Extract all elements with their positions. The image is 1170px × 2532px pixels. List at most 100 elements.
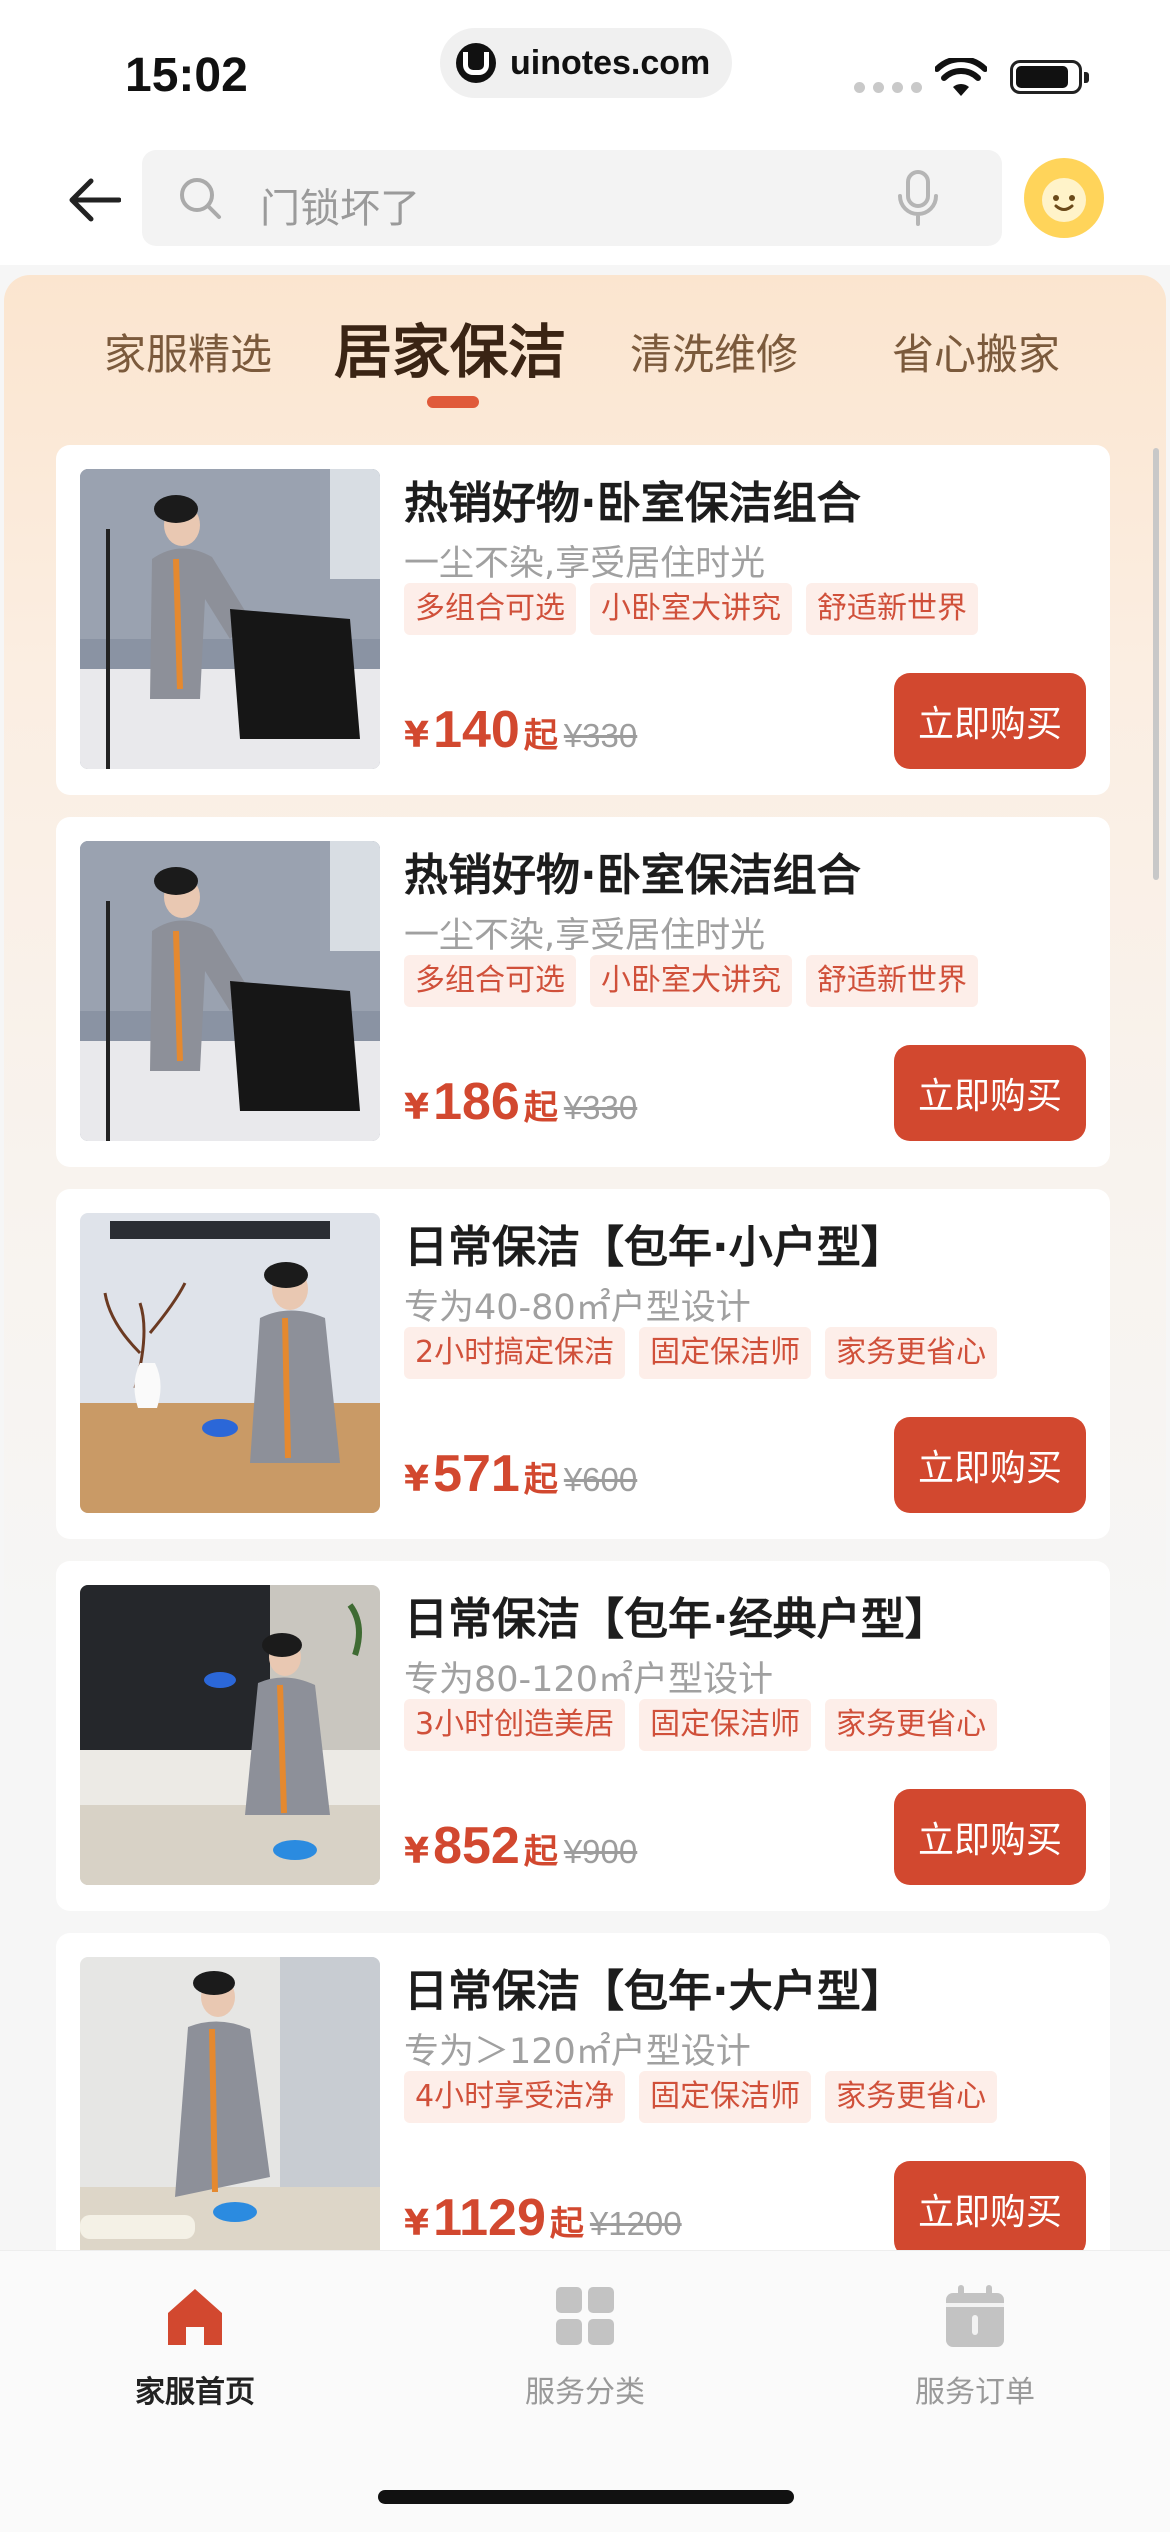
- product-tag: 2小时搞定保洁: [404, 1327, 626, 1379]
- product-tag: 家务更省心: [825, 2071, 998, 2123]
- url-text: uinotes.com: [510, 43, 711, 82]
- price: 186: [433, 1073, 520, 1131]
- tab-moving[interactable]: 省心搬家: [892, 321, 1060, 382]
- product-tag: 固定保洁师: [639, 2071, 812, 2123]
- price-suffix: 起: [523, 1460, 558, 1500]
- search-input[interactable]: 门锁坏了: [142, 150, 1002, 246]
- product-tag: 小卧室大讲究: [590, 583, 792, 635]
- product-tag: 4小时享受洁净: [404, 2071, 626, 2123]
- currency-symbol: ¥: [404, 2203, 430, 2244]
- smile-face-icon: [1042, 178, 1086, 222]
- buy-now-button[interactable]: 立即购买: [894, 1045, 1086, 1141]
- product-subtitle: 专为80-120㎡户型设计: [404, 1660, 773, 1700]
- home-indicator: [378, 2490, 794, 2504]
- tabbar-item-categories[interactable]: 服务分类: [485, 2281, 685, 2411]
- product-tags: 4小时享受洁净 固定保洁师 家务更省心: [404, 2071, 998, 2123]
- currency-symbol: ¥: [404, 1459, 430, 1500]
- buy-now-button[interactable]: 立即购买: [894, 1789, 1086, 1885]
- product-tag: 3小时创造美居: [404, 1699, 626, 1751]
- original-price: ¥330: [563, 717, 638, 754]
- tab-washing-repair[interactable]: 清洗维修: [630, 321, 798, 382]
- product-title: 日常保洁【包年·小户型】: [404, 1222, 905, 1273]
- tab-home-cleaning[interactable]: 居家保洁: [334, 305, 566, 389]
- price: 140: [433, 701, 520, 759]
- product-title: 热销好物·卧室保洁组合: [404, 850, 861, 901]
- wifi-icon: [935, 58, 987, 96]
- price-row: ¥ 571 起 ¥600: [404, 1444, 637, 1504]
- product-tags: 2小时搞定保洁 固定保洁师 家务更省心: [404, 1327, 998, 1379]
- product-tag: 舒适新世界: [806, 955, 978, 1007]
- product-card[interactable]: 热销好物·卧室保洁组合 一尘不染,享受居住时光 多组合可选 小卧室大讲究 舒适新…: [56, 445, 1110, 795]
- product-card[interactable]: 日常保洁【包年·经典户型】 专为80-120㎡户型设计 3小时创造美居 固定保洁…: [56, 1561, 1110, 1911]
- price: 1129: [433, 2189, 546, 2247]
- currency-symbol: ¥: [404, 1087, 430, 1128]
- product-tag: 固定保洁师: [639, 1699, 812, 1751]
- assistant-avatar[interactable]: [1024, 158, 1104, 238]
- price-suffix: 起: [523, 716, 558, 756]
- tabbar-label: 服务订单: [915, 2375, 1035, 2410]
- product-tags: 多组合可选 小卧室大讲究 舒适新世界: [404, 583, 978, 635]
- product-title: 日常保洁【包年·经典户型】: [404, 1594, 949, 1645]
- tabbar-item-orders[interactable]: 服务订单: [875, 2281, 1075, 2411]
- url-pill[interactable]: uinotes.com: [440, 28, 732, 98]
- product-tag: 多组合可选: [404, 955, 576, 1007]
- tabbar-item-home[interactable]: 家服首页: [95, 2281, 295, 2411]
- product-card[interactable]: 日常保洁【包年·小户型】 专为40-80㎡户型设计 2小时搞定保洁 固定保洁师 …: [56, 1189, 1110, 1539]
- product-subtitle: 一尘不染,享受居住时光: [404, 544, 766, 584]
- product-tag: 家务更省心: [825, 1699, 998, 1751]
- original-price: ¥1200: [589, 2205, 682, 2242]
- arrow-left-icon: [69, 178, 121, 222]
- product-image: [80, 841, 380, 1141]
- currency-symbol: ¥: [404, 715, 430, 756]
- product-title: 热销好物·卧室保洁组合: [404, 478, 861, 529]
- site-logo-icon: [456, 43, 496, 83]
- product-subtitle: 专为40-80㎡户型设计: [404, 1288, 751, 1328]
- currency-symbol: ¥: [404, 1831, 430, 1872]
- grid-icon: [556, 2287, 614, 2345]
- original-price: ¥330: [563, 1089, 638, 1126]
- active-tab-indicator: [427, 396, 479, 408]
- product-card[interactable]: 日常保洁【包年·大户型】 专为＞120㎡户型设计 4小时享受洁净 固定保洁师 家…: [56, 1933, 1110, 2283]
- product-subtitle: 专为＞120㎡户型设计: [404, 2032, 751, 2072]
- price-suffix: 起: [523, 1832, 558, 1872]
- status-bar: 15:02 uinotes.com: [0, 0, 1170, 140]
- product-tag: 固定保洁师: [639, 1327, 812, 1379]
- product-subtitle: 一尘不染,享受居住时光: [404, 916, 766, 956]
- back-button[interactable]: [60, 170, 130, 230]
- search-placeholder: 门锁坏了: [260, 186, 420, 232]
- price-suffix: 起: [523, 1088, 558, 1128]
- battery-icon: [1010, 60, 1089, 94]
- product-tag: 家务更省心: [825, 1327, 998, 1379]
- price-row: ¥ 186 起 ¥330: [404, 1072, 637, 1132]
- product-image: [80, 1585, 380, 1885]
- product-tags: 3小时创造美居 固定保洁师 家务更省心: [404, 1699, 998, 1751]
- category-tabs: 家服精选 居家保洁 清洗维修 省心搬家: [4, 275, 1166, 420]
- tabbar-label: 服务分类: [525, 2375, 645, 2410]
- product-image: [80, 1213, 380, 1513]
- product-tag: 舒适新世界: [806, 583, 978, 635]
- cellular-signal-icon: [854, 82, 922, 93]
- tabbar-label: 家服首页: [135, 2375, 255, 2410]
- original-price: ¥900: [563, 1833, 638, 1870]
- price-row: ¥ 140 起 ¥330: [404, 700, 637, 760]
- product-tag: 小卧室大讲究: [590, 955, 792, 1007]
- tab-home-selection[interactable]: 家服精选: [104, 321, 272, 382]
- product-card[interactable]: 热销好物·卧室保洁组合 一尘不染,享受居住时光 多组合可选 小卧室大讲究 舒适新…: [56, 817, 1110, 1167]
- buy-now-button[interactable]: 立即购买: [894, 1417, 1086, 1513]
- price-row: ¥ 1129 起 ¥1200: [404, 2188, 682, 2248]
- original-price: ¥600: [563, 1461, 638, 1498]
- buy-now-button[interactable]: 立即购买: [894, 2161, 1086, 2257]
- header: 门锁坏了: [0, 140, 1170, 265]
- product-tag: 多组合可选: [404, 583, 576, 635]
- buy-now-button[interactable]: 立即购买: [894, 673, 1086, 769]
- calendar-icon: [946, 2285, 1004, 2347]
- search-icon: [180, 178, 221, 219]
- price: 852: [433, 1817, 520, 1875]
- product-image: [80, 1957, 380, 2257]
- scrollbar[interactable]: [1153, 448, 1159, 880]
- status-time: 15:02: [125, 49, 248, 102]
- price-suffix: 起: [549, 2204, 584, 2244]
- microphone-icon[interactable]: [890, 168, 946, 228]
- price-row: ¥ 852 起 ¥900: [404, 1816, 637, 1876]
- home-icon: [168, 2289, 222, 2345]
